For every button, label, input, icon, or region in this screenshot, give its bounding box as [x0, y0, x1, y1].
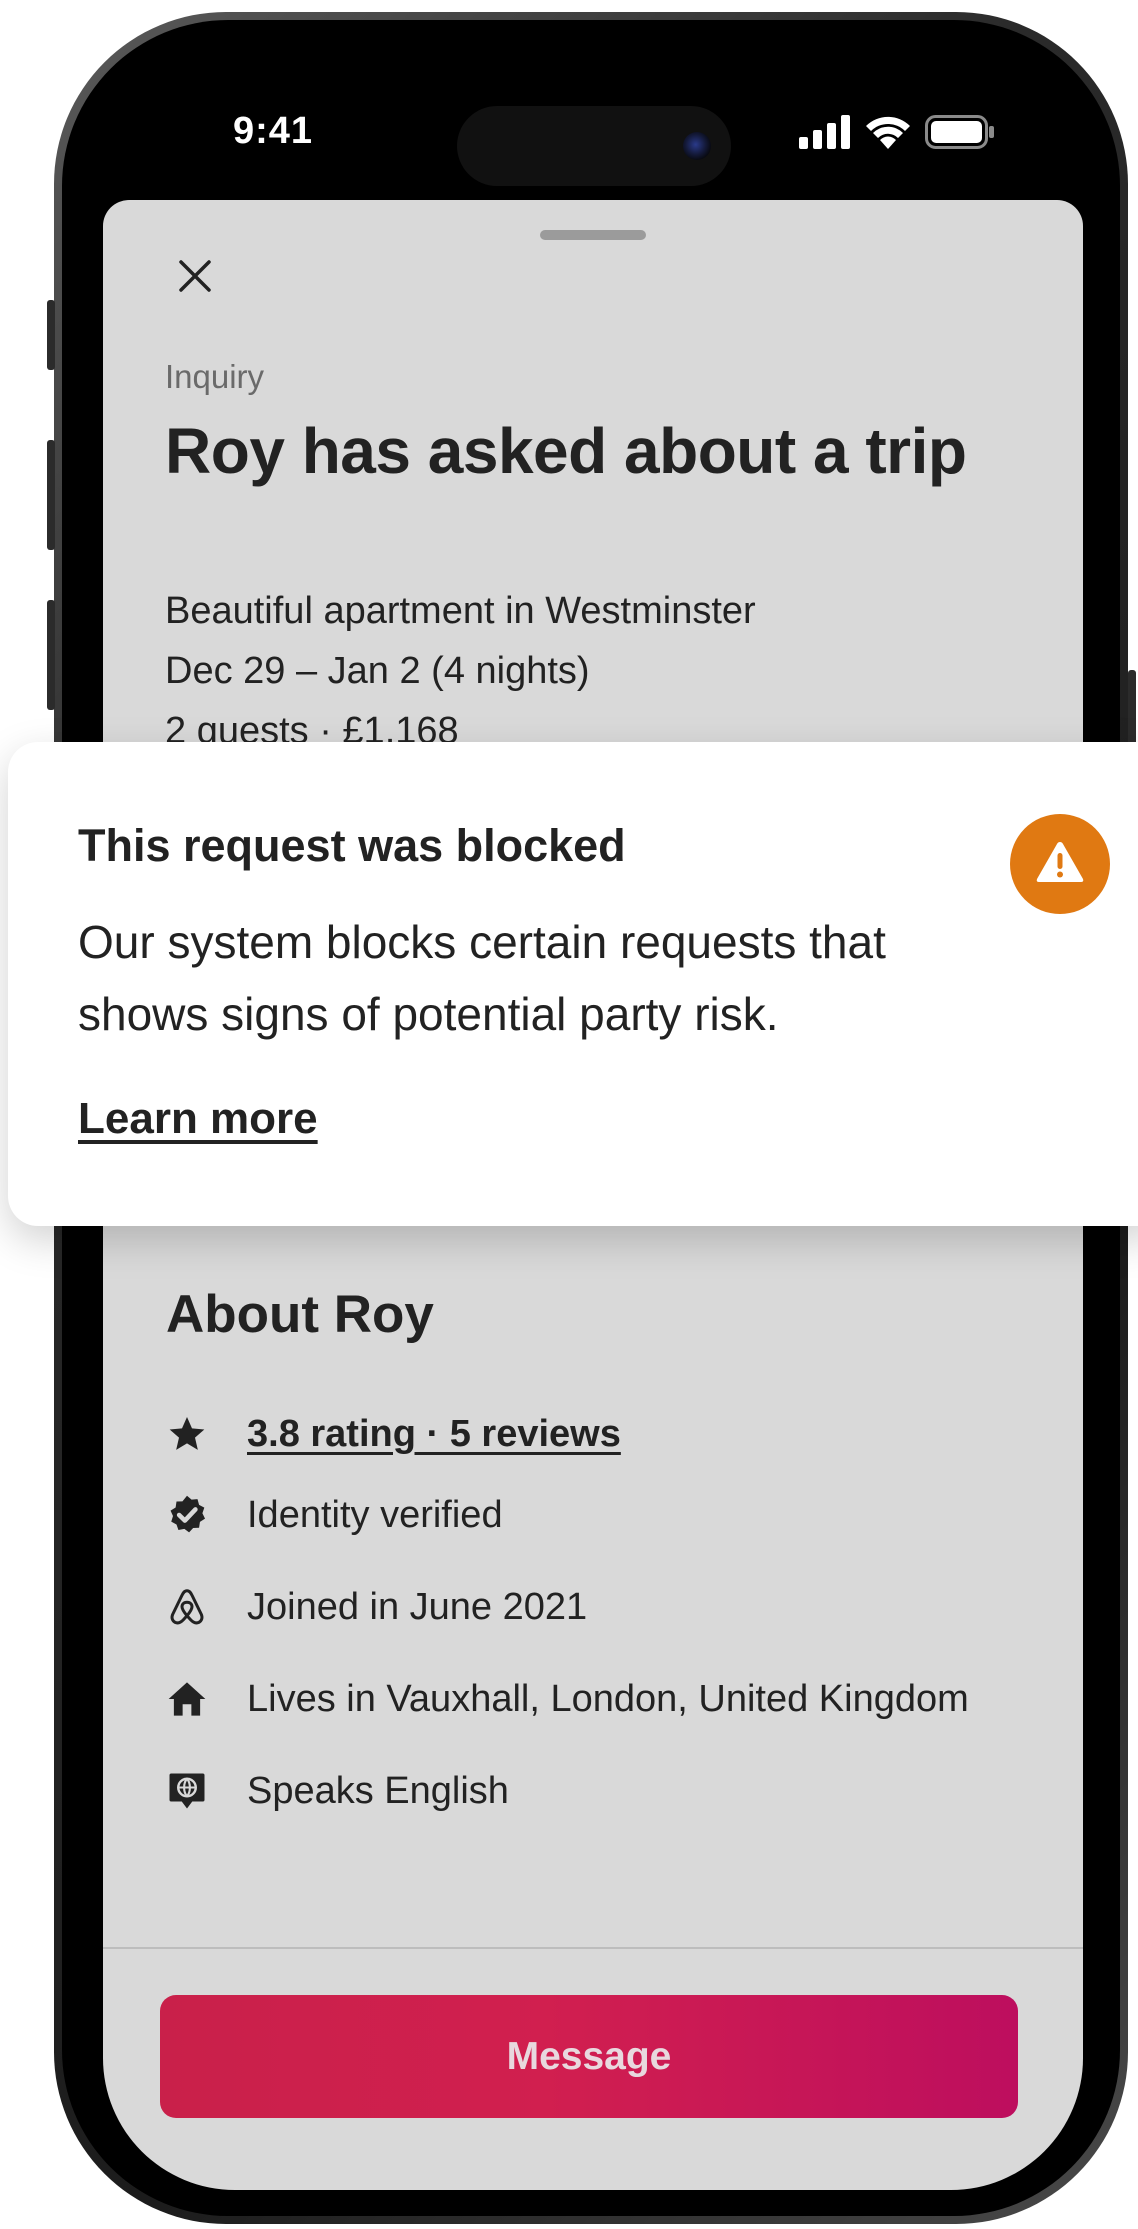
listing-name: Beautiful apartment in Westminster	[165, 590, 756, 632]
battery-icon	[925, 114, 995, 154]
blocked-request-alert: This request was blocked Our system bloc…	[8, 742, 1138, 1226]
info-row-location: Lives in Vauxhall, London, United Kingdo…	[165, 1674, 969, 1724]
star-icon	[165, 1412, 209, 1456]
about-guest-title: About Roy	[166, 1285, 434, 1344]
info-row-language: Speaks English	[165, 1766, 509, 1816]
airbnb-logo-icon	[165, 1585, 209, 1629]
identity-verified-text: Identity verified	[247, 1493, 503, 1536]
inquiry-label: Inquiry	[165, 358, 265, 395]
footer-divider	[103, 1947, 1083, 1949]
status-icons	[799, 114, 995, 154]
front-camera-icon	[683, 132, 711, 160]
language-globe-icon	[165, 1769, 209, 1813]
joined-date-text: Joined in June 2021	[247, 1585, 588, 1628]
status-bar: 9:41	[103, 58, 1083, 198]
wifi-icon	[865, 115, 911, 154]
action-button	[47, 300, 55, 370]
home-icon	[165, 1677, 209, 1721]
status-time: 9:41	[233, 110, 314, 152]
location-text: Lives in Vauxhall, London, United Kingdo…	[247, 1677, 969, 1720]
alert-message: Our system blocks certain requests that …	[78, 916, 886, 1040]
cellular-signal-icon	[799, 114, 851, 154]
message-button[interactable]: Message	[160, 1995, 1018, 2118]
volume-down-button	[47, 600, 55, 710]
warning-badge	[1010, 814, 1110, 914]
info-row-joined: Joined in June 2021	[165, 1582, 587, 1632]
rating-reviews-link[interactable]: 3.8 rating · 5 reviews	[247, 1413, 621, 1456]
close-icon	[178, 259, 212, 298]
trip-dates: Dec 29 – Jan 2 (4 nights)	[165, 650, 590, 692]
page-title: Roy has asked about a trip	[165, 415, 967, 487]
alert-title: This request was blocked	[78, 820, 626, 871]
info-row-identity: Identity verified	[165, 1490, 503, 1540]
info-row-rating: 3.8 rating · 5 reviews	[165, 1409, 621, 1459]
verified-badge-icon	[165, 1493, 209, 1537]
sheet-grabber[interactable]	[540, 230, 646, 240]
close-button[interactable]	[163, 246, 227, 310]
learn-more-link[interactable]: Learn more	[78, 1094, 318, 1144]
languages-text: Speaks English	[247, 1769, 509, 1812]
volume-up-button	[47, 440, 55, 550]
warning-triangle-icon	[1034, 839, 1086, 890]
